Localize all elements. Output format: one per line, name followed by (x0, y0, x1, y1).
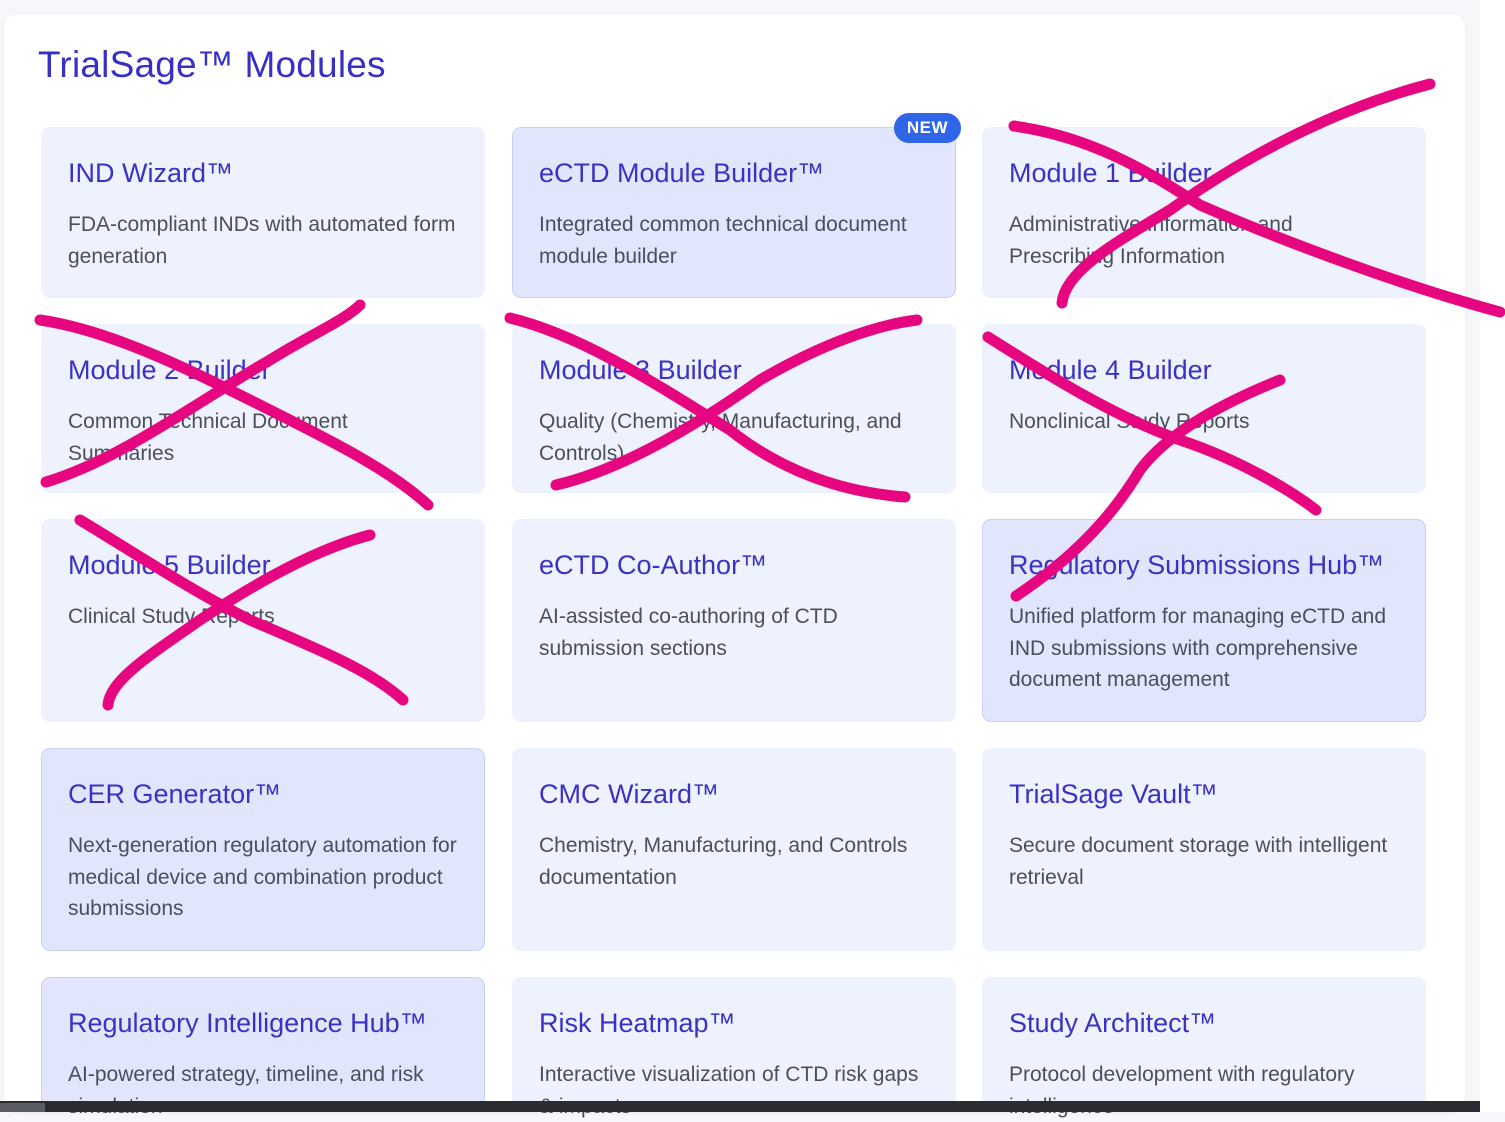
module-description: Next-generation regulatory automation fo… (68, 834, 457, 920)
module-title: Study Architect™ (1009, 1008, 1217, 1038)
module-card-module-2-builder[interactable]: Module 2 Builder Common Technical Docume… (41, 324, 485, 493)
module-title: Module 3 Builder (539, 355, 742, 385)
module-description: Interactive visualization of CTD risk ga… (539, 1063, 919, 1118)
module-title: Module 4 Builder (1009, 355, 1212, 385)
module-card-module-1-builder[interactable]: Module 1 Builder Administrative Informat… (982, 127, 1426, 298)
module-title: eCTD Module Builder™ (539, 158, 825, 188)
module-card-cer-generator[interactable]: CER Generator™ Next-generation regulator… (41, 748, 485, 951)
module-title: TrialSage Vault™ (1009, 779, 1218, 809)
module-description: Nonclinical Study Reports (1009, 410, 1250, 433)
module-description: Protocol development with regulatory int… (1009, 1063, 1355, 1118)
module-card-ectd-module-builder[interactable]: eCTD Module Builder™ Integrated common t… (512, 127, 956, 298)
module-card-ectd-co-author[interactable]: eCTD Co-Author™ AI-assisted co-authoring… (512, 519, 956, 722)
module-title: CMC Wizard™ (539, 779, 719, 809)
module-description: AI-powered strategy, timeline, and risk … (68, 1063, 424, 1118)
module-description: Integrated common technical document mod… (539, 213, 907, 268)
module-title: IND Wizard™ (68, 158, 234, 188)
module-description: Common Technical Document Summaries (68, 410, 348, 465)
new-badge: NEW (894, 113, 961, 143)
module-card-study-architect[interactable]: Study Architect™ Protocol development wi… (982, 977, 1426, 1118)
module-description: Clinical Study Reports (68, 605, 275, 628)
module-description: Administrative Information and Prescribi… (1009, 213, 1293, 268)
module-description: Secure document storage with intelligent… (1009, 834, 1388, 889)
module-title: Module 5 Builder (68, 550, 271, 580)
module-title: Regulatory Intelligence Hub™ (68, 1008, 427, 1038)
module-card-module-5-builder[interactable]: Module 5 Builder Clinical Study Reports (41, 519, 485, 722)
module-description: Chemistry, Manufacturing, and Controls d… (539, 834, 908, 889)
module-description: Unified platform for managing eCTD and I… (1009, 605, 1387, 691)
module-card-ind-wizard[interactable]: IND Wizard™ FDA-compliant INDs with auto… (41, 127, 485, 298)
module-card-regulatory-submissions-hub[interactable]: Regulatory Submissions Hub™ Unified plat… (982, 519, 1426, 722)
module-title: Module 2 Builder (68, 355, 271, 385)
module-description: Quality (Chemistry, Manufacturing, and C… (539, 410, 902, 465)
scrollbar-thumb[interactable] (0, 1103, 45, 1112)
module-title: Regulatory Submissions Hub™ (1009, 550, 1385, 580)
module-card-risk-heatmap[interactable]: Risk Heatmap™ Interactive visualization … (512, 977, 956, 1118)
module-title: Risk Heatmap™ (539, 1008, 736, 1038)
module-title: eCTD Co-Author™ (539, 550, 768, 580)
module-card-regulatory-intelligence-hub[interactable]: Regulatory Intelligence Hub™ AI-powered … (41, 977, 485, 1118)
horizontal-scrollbar[interactable] (0, 1101, 1480, 1112)
module-card-trialsage-vault[interactable]: TrialSage Vault™ Secure document storage… (982, 748, 1426, 951)
page-title: TrialSage™ Modules (38, 44, 386, 85)
module-description: AI-assisted co-authoring of CTD submissi… (539, 605, 838, 660)
module-title: CER Generator™ (68, 779, 282, 809)
page-gutter (1480, 0, 1505, 1112)
module-card-module-4-builder[interactable]: Module 4 Builder Nonclinical Study Repor… (982, 324, 1426, 493)
module-title: Module 1 Builder (1009, 158, 1212, 188)
module-card-cmc-wizard[interactable]: CMC Wizard™ Chemistry, Manufacturing, an… (512, 748, 956, 951)
module-card-module-3-builder[interactable]: Module 3 Builder Quality (Chemistry, Man… (512, 324, 956, 493)
module-description: FDA-compliant INDs with automated form g… (68, 213, 456, 268)
